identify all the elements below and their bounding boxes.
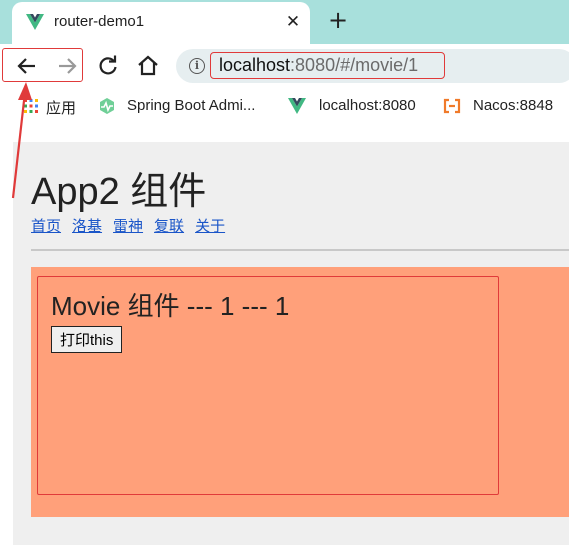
vue-logo-icon: [288, 98, 306, 114]
nav-link-home[interactable]: 首页: [31, 218, 61, 235]
bookmark-label: 应用: [46, 100, 77, 117]
bookmark-apps[interactable]: 应用: [22, 96, 82, 117]
home-icon: [138, 55, 158, 76]
home-button[interactable]: [135, 53, 161, 79]
info-icon[interactable]: i: [189, 58, 205, 74]
bookmark-localhost[interactable]: localhost:8080: [288, 96, 428, 116]
divider: [31, 249, 569, 251]
url-text[interactable]: localhost:8080/#/movie/1: [219, 55, 418, 76]
new-tab-icon[interactable]: +: [326, 8, 350, 33]
nav-link-avengers[interactable]: 复联: [154, 218, 184, 235]
print-this-button[interactable]: 打印this: [51, 326, 123, 353]
router-view: Movie 组件 --- 1 --- 1 打印this: [31, 267, 569, 517]
movie-component: Movie 组件 --- 1 --- 1 打印this: [37, 276, 499, 495]
spring-boot-admin-icon: [100, 98, 114, 114]
url-path: :8080/#/movie/1: [290, 55, 419, 75]
url-host: localhost: [219, 55, 291, 75]
arrow-right-icon: [59, 58, 77, 74]
nav-link-loki[interactable]: 洛基: [72, 218, 102, 235]
bookmark-label: localhost:8080: [319, 97, 416, 114]
apps-grid-icon: [24, 99, 38, 113]
bookmark-label: Nacos:8848: [473, 97, 554, 114]
reload-icon: [99, 55, 117, 75]
close-tab-icon[interactable]: ✕: [282, 11, 304, 33]
tab-title: router-demo1: [54, 13, 145, 30]
reload-button[interactable]: [95, 53, 121, 79]
vue-logo-icon: [26, 14, 44, 30]
url-highlight-box: localhost:8080/#/movie/1: [210, 52, 445, 79]
app-title: App2 组件: [31, 171, 207, 213]
bookmark-label: Spring Boot Admi...: [127, 97, 256, 114]
tab-strip: router-demo1 ✕ +: [0, 0, 569, 44]
nav-link-thor[interactable]: 雷神: [113, 218, 143, 235]
nav-links: 首页 洛基 雷神 复联 关于: [31, 215, 236, 236]
forward-button[interactable]: [54, 53, 80, 79]
address-bar[interactable]: i localhost:8080/#/movie/1: [176, 49, 569, 83]
back-button[interactable]: [14, 53, 40, 79]
bookmark-spring-boot-admin[interactable]: Spring Boot Admi...: [98, 96, 273, 116]
arrow-left-icon: [17, 58, 35, 74]
bookmark-nacos[interactable]: Nacos:8848: [443, 96, 563, 116]
nav-link-about[interactable]: 关于: [195, 218, 225, 235]
nacos-icon: [443, 98, 461, 114]
movie-title: Movie 组件 --- 1 --- 1: [51, 291, 290, 321]
bookmarks-bar: 应用 Spring Boot Admi... localhost:8080 Na…: [0, 88, 569, 124]
browser-toolbar: i localhost:8080/#/movie/1: [0, 44, 569, 88]
browser-tab[interactable]: router-demo1 ✕: [12, 2, 310, 44]
page-content: App2 组件 首页 洛基 雷神 复联 关于 Movie 组件 --- 1 --- 1 …: [13, 142, 569, 545]
